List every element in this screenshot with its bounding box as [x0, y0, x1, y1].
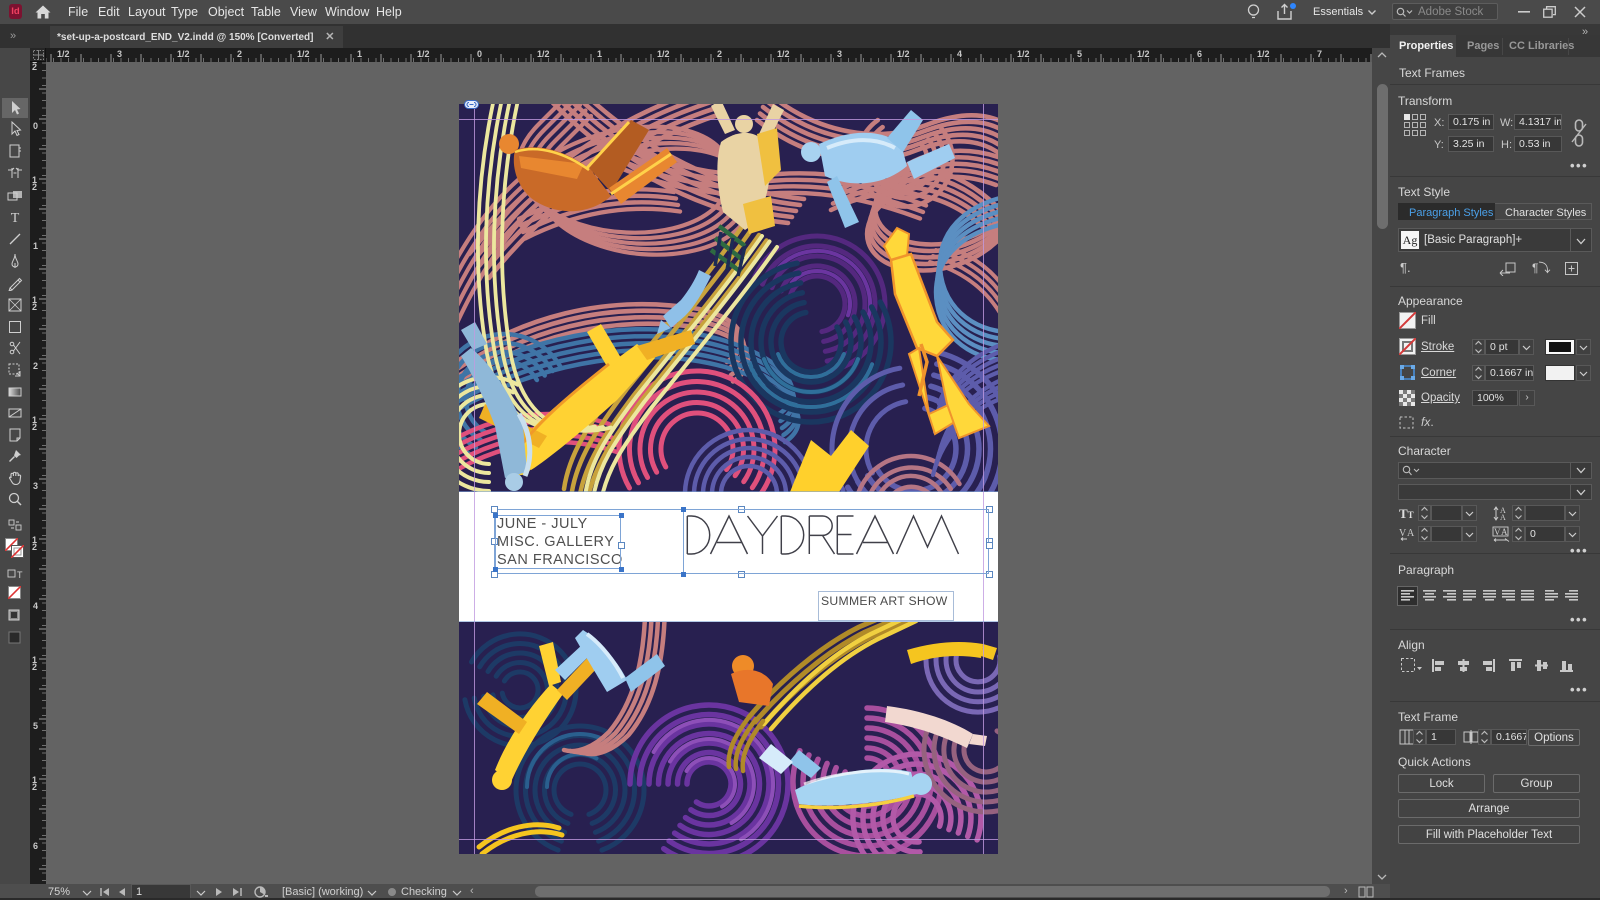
svg-text:V: V [1399, 528, 1407, 539]
svg-text:T: T [17, 570, 23, 580]
svg-text:V: V [1494, 527, 1501, 537]
svg-text:T: T [11, 211, 20, 225]
svg-text:A: A [1407, 528, 1415, 539]
svg-text:A: A [1500, 513, 1506, 522]
svg-text:A: A [1501, 527, 1508, 537]
